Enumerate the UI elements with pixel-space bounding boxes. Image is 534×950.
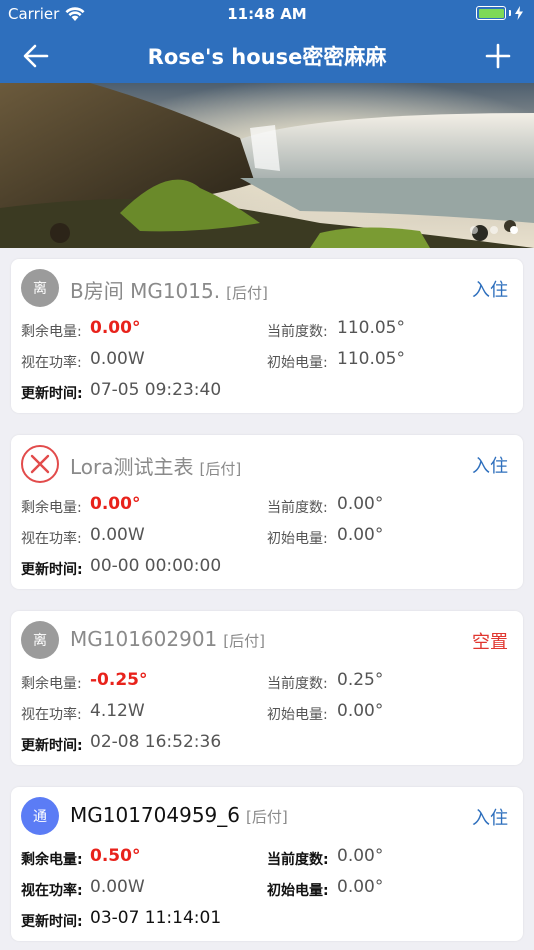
remaining-label: 剩余电量: (21, 500, 82, 516)
carousel-dot-active[interactable] (510, 226, 518, 234)
charging-bolt-icon (515, 6, 523, 20)
power-label: 视在功率: (21, 355, 82, 371)
initial-value: 110.05° (337, 349, 405, 369)
meter-name: B房间 MG1015. [后付] (70, 275, 268, 304)
error-x-icon (21, 445, 59, 483)
initial-label: 初始电量: (267, 707, 328, 723)
navigation-bar: Rose's house密密麻麻 (0, 28, 534, 83)
billing-tag: [后付] (246, 808, 288, 826)
remaining-value: 0.00° (90, 494, 141, 514)
battery-icon (476, 6, 506, 20)
updated-label: 更新时间: (21, 386, 83, 402)
meter-card[interactable]: 离 B房间 MG1015. [后付] 入住 剩余电量: 0.00° 当前度数: 1… (11, 259, 523, 413)
remaining-value: 0.00° (90, 318, 141, 338)
current-reading-value: 110.05° (337, 318, 405, 338)
status-bar: Carrier 11:48 AM (0, 0, 534, 28)
current-reading-value: 0.25° (337, 670, 384, 690)
power-value: 4.12W (90, 701, 145, 721)
banner-waterfall-image (0, 83, 534, 248)
current-reading-label: 当前度数: (267, 500, 328, 516)
status-online-badge: 通 (21, 797, 59, 835)
meter-name-text: Lora测试主表 (70, 455, 194, 479)
updated-value: 00-00 00:00:00 (90, 556, 222, 576)
updated-label: 更新时间: (21, 738, 83, 754)
initial-value: 0.00° (337, 701, 384, 721)
meter-name: MG101704959_6 [后付] (70, 803, 288, 827)
checkin-button[interactable]: 入住 (472, 452, 508, 478)
updated-label: 更新时间: (21, 914, 83, 930)
status-offline-badge: 离 (21, 269, 59, 307)
current-reading-value: 0.00° (337, 494, 384, 514)
meter-name: Lora测试主表 [后付] (70, 451, 241, 480)
app-header: Carrier 11:48 AM Rose's house密密麻麻 (0, 0, 534, 83)
billing-tag: [后付] (199, 460, 242, 478)
updated-value: 07-05 09:23:40 (90, 380, 222, 400)
vacant-button[interactable]: 空置 (472, 628, 508, 654)
power-value: 0.00W (90, 525, 145, 545)
power-value: 0.00W (90, 877, 145, 897)
status-time: 11:48 AM (227, 5, 307, 23)
add-icon[interactable] (482, 40, 514, 72)
remaining-value: 0.50° (90, 846, 141, 866)
carousel-dot[interactable] (470, 226, 478, 234)
initial-label: 初始电量: (267, 355, 328, 371)
updated-label: 更新时间: (21, 562, 83, 578)
page-title: Rose's house密密麻麻 (147, 45, 387, 69)
power-label: 视在功率: (21, 707, 82, 723)
initial-value: 0.00° (337, 525, 384, 545)
meter-name-text: B房间 MG1015. (70, 279, 221, 303)
battery-indicator (476, 6, 524, 20)
meter-card[interactable]: 离 MG101602901 [后付] 空置 剩余电量: -0.25° 当前度数: … (11, 611, 523, 765)
current-reading-label: 当前度数: (267, 852, 329, 868)
power-label: 视在功率: (21, 883, 83, 899)
meter-card[interactable]: Lora测试主表 [后付] 入住 剩余电量: 0.00° 当前度数: 0.00° … (11, 435, 523, 589)
initial-value: 0.00° (337, 877, 384, 897)
meter-name: MG101602901 [后付] (70, 627, 265, 651)
remaining-value: -0.25° (90, 670, 148, 690)
initial-label: 初始电量: (267, 883, 329, 899)
carousel-dot[interactable] (490, 226, 498, 234)
meter-card[interactable]: 通 MG101704959_6 [后付] 入住 剩余电量: 0.50° 当前度数:… (11, 787, 523, 941)
status-offline-badge: 离 (21, 621, 59, 659)
current-reading-value: 0.00° (337, 846, 384, 866)
current-reading-label: 当前度数: (267, 676, 328, 692)
current-reading-label: 当前度数: (267, 324, 328, 340)
updated-value: 03-07 11:14:01 (90, 908, 222, 928)
billing-tag: [后付] (223, 632, 265, 650)
checkin-button[interactable]: 入住 (472, 276, 508, 302)
carousel-dots (470, 226, 518, 234)
initial-label: 初始电量: (267, 531, 328, 547)
checkin-button[interactable]: 入住 (472, 804, 508, 830)
power-label: 视在功率: (21, 531, 82, 547)
banner-carousel[interactable] (0, 83, 534, 248)
billing-tag: [后付] (226, 284, 268, 302)
power-value: 0.00W (90, 349, 145, 369)
updated-value: 02-08 16:52:36 (90, 732, 222, 752)
meter-name-text: MG101704959_6 (70, 803, 240, 827)
remaining-label: 剩余电量: (21, 676, 82, 692)
remaining-label: 剩余电量: (21, 324, 82, 340)
remaining-label: 剩余电量: (21, 852, 83, 868)
meter-name-text: MG101602901 (70, 627, 218, 651)
